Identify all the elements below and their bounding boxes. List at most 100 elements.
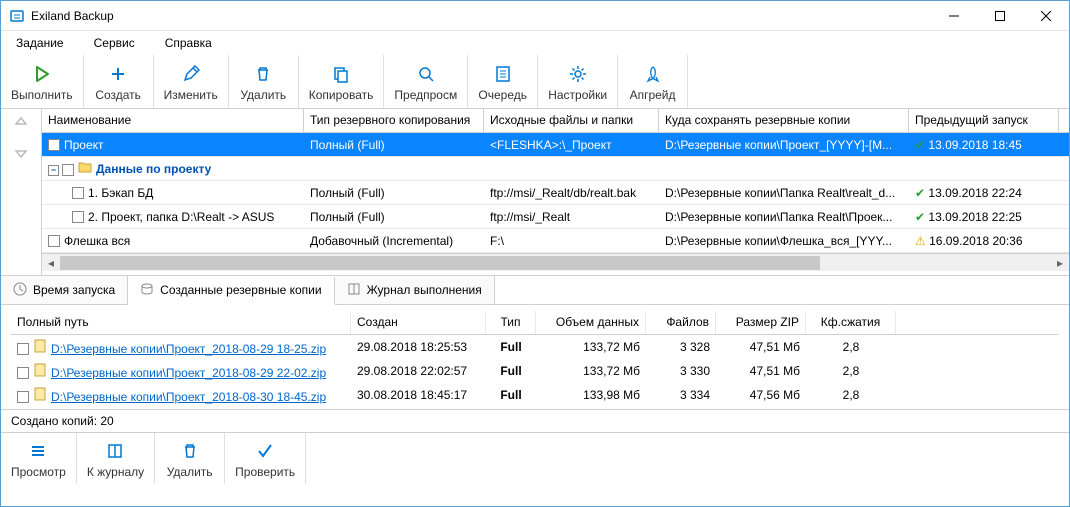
- settings-button[interactable]: Настройки: [538, 55, 618, 108]
- task-last: ⚠ 16.09.2018 20:36: [909, 231, 1059, 251]
- copy-files: 3 328: [646, 337, 716, 357]
- check-icon: ✔: [915, 210, 925, 224]
- reorder-arrows: [1, 109, 41, 275]
- copy-type: Full: [486, 385, 536, 405]
- col-dst[interactable]: Куда сохранять резервные копии: [659, 109, 909, 132]
- app-title: Exiland Backup: [31, 9, 931, 23]
- arrow-down-icon[interactable]: [13, 144, 29, 163]
- scroll-thumb[interactable]: [60, 256, 820, 270]
- copy-checkbox[interactable]: [17, 391, 29, 403]
- task-last: ✔ 13.09.2018 18:45: [909, 135, 1059, 155]
- delete-button[interactable]: Удалить: [229, 55, 299, 108]
- arrow-up-icon[interactable]: [13, 115, 29, 134]
- task-checkbox[interactable]: [72, 187, 84, 199]
- scroll-left-icon[interactable]: ◂: [42, 255, 60, 271]
- tab-start-time[interactable]: Время запуска: [1, 276, 128, 304]
- copy-path[interactable]: D:\Резервные копии\Проект_2018-08-30 18-…: [51, 390, 326, 404]
- edit-button[interactable]: Изменить: [154, 55, 229, 108]
- titlebar: Exiland Backup: [1, 1, 1069, 31]
- task-src: F:\: [484, 231, 659, 251]
- copy-zip: 47,51 Мб: [716, 361, 806, 381]
- copy-path[interactable]: D:\Резервные копии\Проект_2018-08-29 18-…: [51, 342, 326, 356]
- task-checkbox[interactable]: [48, 139, 60, 151]
- copy-zip: 47,56 Мб: [716, 385, 806, 405]
- col-files[interactable]: Файлов: [646, 311, 716, 334]
- task-type: Полный (Full): [304, 207, 484, 227]
- pencil-icon: [182, 62, 200, 86]
- task-row[interactable]: − Данные по проекту: [42, 157, 1069, 181]
- copy-ratio: 2,8: [806, 337, 896, 357]
- copy-ratio: 2,8: [806, 385, 896, 405]
- queue-button[interactable]: Очередь: [468, 55, 538, 108]
- menu-help[interactable]: Справка: [165, 36, 212, 50]
- search-icon: [417, 62, 435, 86]
- task-src: ftp://msi/_Realt: [484, 207, 659, 227]
- task-type: [304, 166, 484, 172]
- tab-log[interactable]: Журнал выполнения: [335, 276, 495, 304]
- minimize-button[interactable]: [931, 1, 977, 31]
- copy-path[interactable]: D:\Резервные копии\Проект_2018-08-29 22-…: [51, 366, 326, 380]
- copy-checkbox[interactable]: [17, 343, 29, 355]
- task-checkbox[interactable]: [62, 164, 74, 176]
- to-log-button[interactable]: К журналу: [77, 433, 155, 484]
- col-zip[interactable]: Размер ZIP: [716, 311, 806, 334]
- copy-row[interactable]: D:\Резервные копии\Проект_2018-08-30 18-…: [11, 383, 1059, 407]
- copy-row[interactable]: D:\Резервные копии\Проект_2018-08-29 18-…: [11, 335, 1059, 359]
- book-icon: [106, 439, 124, 463]
- menubar: Задание Сервис Справка: [1, 31, 1069, 55]
- menu-service[interactable]: Сервис: [94, 36, 135, 50]
- copy-vol: 133,72 Мб: [536, 361, 646, 381]
- trash-icon: [254, 62, 272, 86]
- delete-copy-button[interactable]: Удалить: [155, 433, 225, 484]
- task-checkbox[interactable]: [72, 211, 84, 223]
- run-button[interactable]: Выполнить: [1, 55, 84, 108]
- col-ratio[interactable]: Кф.сжатия: [806, 311, 896, 334]
- book-icon: [347, 282, 361, 299]
- task-last: [909, 166, 1059, 172]
- check-button[interactable]: Проверить: [225, 433, 306, 484]
- app-icon: [9, 8, 25, 24]
- upgrade-button[interactable]: Апгрейд: [618, 55, 688, 108]
- task-row[interactable]: ПроектПолный (Full)<FLESHKA>:\_ПроектD:\…: [42, 133, 1069, 157]
- check-icon: ✔: [915, 186, 925, 200]
- copies-panel: Полный путь Создан Тип Объем данных Файл…: [1, 305, 1069, 409]
- preview-button[interactable]: Предпросм: [384, 55, 468, 108]
- tasks-panel: Наименование Тип резервного копирования …: [1, 109, 1069, 275]
- menu-task[interactable]: Задание: [16, 36, 64, 50]
- task-name: 2. Проект, папка D:\Realt -> ASUS: [88, 210, 274, 224]
- warning-icon: ⚠: [915, 234, 926, 248]
- view-button[interactable]: Просмотр: [1, 433, 77, 484]
- task-src: [484, 166, 659, 172]
- task-name: Данные по проекту: [96, 162, 211, 176]
- col-path[interactable]: Полный путь: [11, 311, 351, 334]
- maximize-button[interactable]: [977, 1, 1023, 31]
- col-last[interactable]: Предыдущий запуск: [909, 109, 1059, 132]
- task-src: ftp://msi/_Realt/db/realt.bak: [484, 183, 659, 203]
- col-type[interactable]: Тип резервного копирования: [304, 109, 484, 132]
- col-ctype[interactable]: Тип: [486, 311, 536, 334]
- copy-files: 3 334: [646, 385, 716, 405]
- copy-created: 30.08.2018 18:45:17: [351, 385, 486, 405]
- list-icon: [494, 62, 512, 86]
- zip-icon: [33, 387, 47, 401]
- col-vol[interactable]: Объем данных: [536, 311, 646, 334]
- col-created[interactable]: Создан: [351, 311, 486, 334]
- check-icon: [256, 439, 274, 463]
- copy-created: 29.08.2018 22:02:57: [351, 361, 486, 381]
- scroll-right-icon[interactable]: ▸: [1051, 255, 1069, 271]
- task-row[interactable]: Флешка всяДобавочный (Incremental)F:\D:\…: [42, 229, 1069, 253]
- close-button[interactable]: [1023, 1, 1069, 31]
- task-row[interactable]: 1. Бэкап БДПолный (Full)ftp://msi/_Realt…: [42, 181, 1069, 205]
- copy-row[interactable]: D:\Резервные копии\Проект_2018-08-29 22-…: [11, 359, 1059, 383]
- database-icon: [140, 282, 154, 299]
- expander-icon[interactable]: −: [48, 165, 59, 176]
- h-scrollbar[interactable]: ◂ ▸: [42, 253, 1069, 271]
- task-row[interactable]: 2. Проект, папка D:\Realt -> ASUS Полный …: [42, 205, 1069, 229]
- tab-created-copies[interactable]: Созданные резервные копии: [128, 277, 334, 305]
- task-checkbox[interactable]: [48, 235, 60, 247]
- copy-button[interactable]: Копировать: [299, 55, 385, 108]
- create-button[interactable]: Создать: [84, 55, 154, 108]
- col-name[interactable]: Наименование: [42, 109, 304, 132]
- col-src[interactable]: Исходные файлы и папки: [484, 109, 659, 132]
- copy-checkbox[interactable]: [17, 367, 29, 379]
